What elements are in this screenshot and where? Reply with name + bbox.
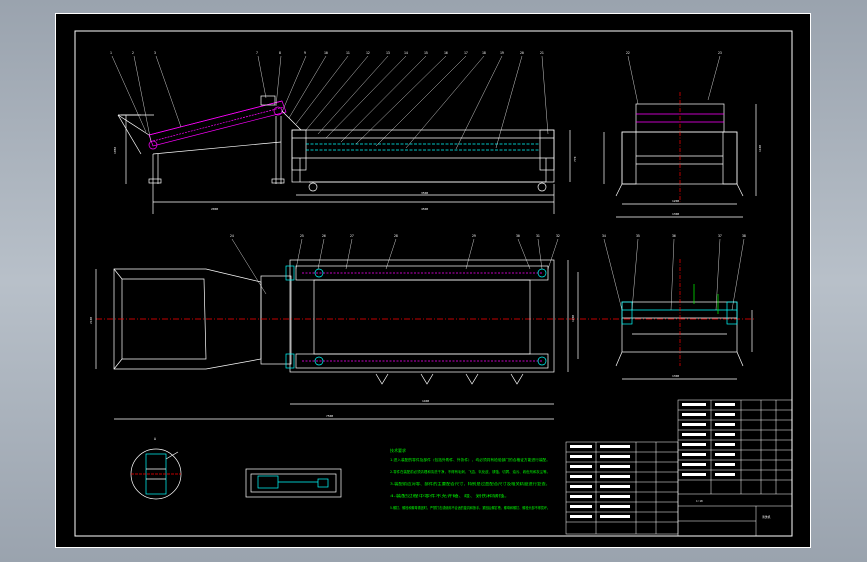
dim-side-w1: 1200 [672,199,679,203]
balloon-22: 22 [626,51,630,55]
balloon-25: 25 [300,234,304,238]
cad-drawing: 4500 3500 2000 1050 770 1 2 3 7 8 9 10 1… [74,30,793,537]
dim-front-len: 4500 [421,207,428,211]
balloon-20: 20 [520,51,524,55]
dim-front-h1: 1050 [113,147,117,154]
balloon-8: 8 [279,51,281,55]
title-block-name: 清洗机 [762,515,771,519]
balloon-2: 2 [132,51,134,55]
balloon-1: 1 [110,51,112,55]
detail-b [245,468,342,498]
balloon-12: 12 [366,51,370,55]
note-line-5: 5.螺钉、螺栓和螺母紧固时，严禁打击或使用不合适的旋具和扳手。紧固后螺钉槽、螺母… [390,505,550,510]
balloon-15: 15 [424,51,428,55]
note-line-2: 2.零件在装配前必须清理和清洗干净，不得有毛刺、飞边、氧化皮、锈蚀、切屑、油污、… [390,469,550,474]
note-line-4: 4.装配过程中零件不允许磕、碰、划伤和锈蚀。 [390,493,510,498]
dim-plan-w2: 1200 [571,315,575,322]
balloon-34: 34 [602,234,606,238]
note-line-3: 3.装配前应对零、部件的主要配合尺寸，特别是过盈配合尺寸及相关精度进行复查。 [390,481,550,486]
balloon-9: 9 [304,51,306,55]
balloon-29: 29 [472,234,476,238]
balloon-21: 21 [540,51,544,55]
dim-plan-w1: 2100 [89,317,93,324]
balloon-3: 3 [154,51,156,55]
side-view [603,92,757,218]
balloon-37: 37 [718,234,722,238]
section-leaders [603,238,745,311]
balloon-19: 19 [500,51,504,55]
balloon-17: 17 [464,51,468,55]
technical-notes: 技术要求 1.进入装配的零件及部件（包括外购件、外协件），均必须具有检验部门的合… [390,447,550,510]
note-line-1: 1.进入装配的零件及部件（包括外购件、外协件），均必须具有检验部门的合格证方能进… [390,457,550,462]
balloon-18: 18 [482,51,486,55]
balloon-7: 7 [256,51,258,55]
notes-title: 技术要求 [390,447,406,453]
dim-side-h: 1100 [758,145,762,152]
balloon-31: 31 [536,234,540,238]
balloon-13: 13 [386,51,390,55]
dim-side-w2: 1300 [672,212,679,216]
dim-plan-side-w: 1300 [672,374,679,378]
balloon-24: 24 [230,234,234,238]
top-leaders [111,55,721,150]
balloon-27: 27 [350,234,354,238]
balloon-30: 30 [516,234,520,238]
parts-list [565,399,793,537]
drawing-sheet: 4500 3500 2000 1050 770 1 2 3 7 8 9 10 1… [55,13,811,548]
dim-front-sub2: 2000 [211,207,218,211]
balloon-32: 32 [556,234,560,238]
balloon-11: 11 [346,51,350,55]
dim-plan-w3: 1400 [422,399,429,403]
balloon-14: 14 [404,51,408,55]
title-block-scale: 1:10 [696,499,703,503]
balloon-28: 28 [394,234,398,238]
balloon-35: 35 [636,234,640,238]
plan-view [95,259,756,420]
balloon-10: 10 [324,51,328,55]
detail-a [130,448,182,500]
balloon-26: 26 [322,234,326,238]
dim-front-h2: 770 [573,156,577,162]
plan-leaders [231,238,559,295]
dim-plan-len: 7500 [326,414,333,418]
balloon-36: 36 [672,234,676,238]
front-view [117,95,571,214]
dim-front-sub1: 3500 [421,191,428,195]
detail-a-label: A [154,437,156,441]
balloon-38: 38 [742,234,746,238]
balloon-16: 16 [444,51,448,55]
balloon-23: 23 [718,51,722,55]
